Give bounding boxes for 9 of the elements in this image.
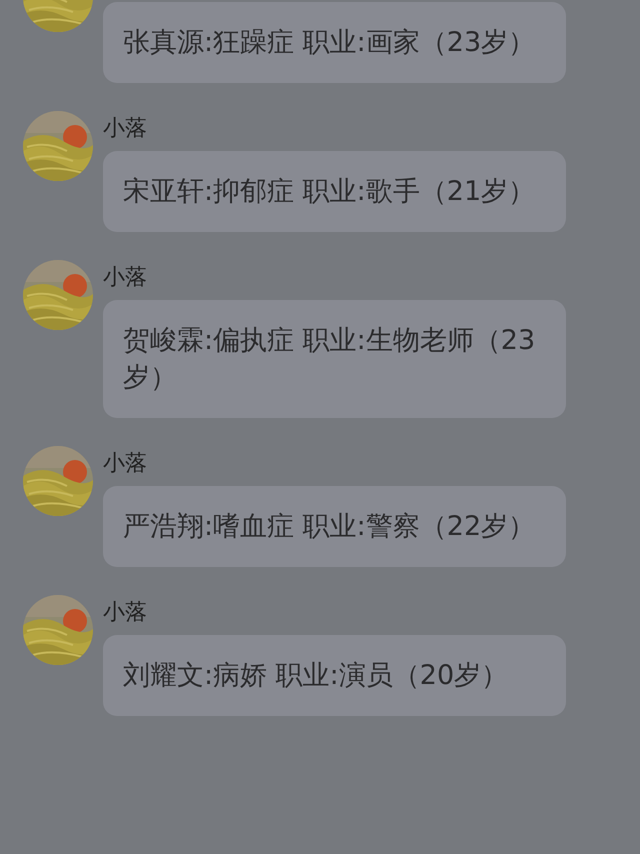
sender-name: 小落 [103, 450, 148, 478]
sender-name: 小落 [103, 264, 148, 292]
message-bubble: 刘耀文:病娇 职业:演员（20岁） [103, 635, 566, 716]
sender-name: 小落 [103, 115, 148, 143]
message-bubble: 宋亚轩:抑郁症 职业:歌手（21岁） [103, 151, 566, 232]
message-bubble: 贺峻霖:偏执症 职业:生物老师（23岁） [103, 300, 566, 418]
message-bubble: 张真源:狂躁症 职业:画家（23岁） [103, 2, 566, 83]
sender-name: 小落 [103, 599, 148, 627]
message-bubble: 严浩翔:嗜血症 职业:警察（22岁） [103, 486, 566, 567]
